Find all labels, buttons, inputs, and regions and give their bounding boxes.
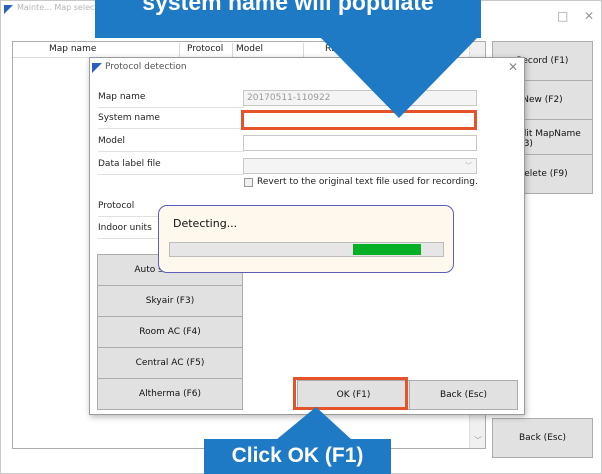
close-icon[interactable]: ✕: [584, 9, 594, 23]
ok-button-highlight: [293, 377, 408, 410]
revert-checkbox-label: Revert to the original text file used fo…: [257, 177, 478, 187]
grid-header: Map name Protocol Model REC sta... ...od: [13, 42, 485, 58]
col-protocol[interactable]: Protocol: [187, 44, 223, 54]
chevron-down-icon: ﹀: [465, 162, 472, 170]
detecting-text: Detecting...: [173, 217, 238, 230]
model-label: Model: [98, 136, 244, 152]
col-period[interactable]: ...od: [437, 44, 457, 54]
scroll-down-icon[interactable]: ﹀: [474, 435, 482, 446]
system-name-label: System name: [98, 113, 244, 129]
progress-bar: [169, 242, 444, 257]
central-ac-button[interactable]: Central AC (F5): [97, 347, 243, 379]
minimize-icon[interactable]: □: [557, 9, 568, 23]
progress-bar-fill: [352, 244, 422, 255]
data-label-file-label: Data label file: [98, 159, 244, 175]
col-rec-start[interactable]: REC sta...: [325, 44, 368, 54]
room-ac-button[interactable]: Room AC (F4): [97, 316, 243, 348]
dialog-close-icon[interactable]: ✕: [508, 60, 518, 74]
bottom-callout: Click OK (F1): [204, 439, 391, 474]
bottom-callout-text: Click OK (F1): [231, 444, 364, 467]
app-logo-icon: [4, 5, 13, 14]
model-field[interactable]: [243, 135, 477, 151]
map-name-label: Map name: [98, 92, 244, 108]
top-callout-text: system name will populate: [142, 0, 434, 15]
altherma-label: Altherma (F6): [138, 389, 202, 399]
col-model[interactable]: Model: [236, 44, 263, 54]
detecting-progress-popup: Detecting...: [158, 205, 454, 273]
top-callout: system name will populate: [95, 0, 481, 38]
dialog-logo-icon: [92, 63, 102, 73]
skyair-button[interactable]: Skyair (F3): [97, 285, 243, 317]
dialog-back-button[interactable]: Back (Esc): [409, 380, 518, 410]
indoor-units-label: Indoor units: [98, 223, 158, 239]
dialog-back-label: Back (Esc): [439, 390, 488, 400]
protocol-label: Protocol: [98, 201, 158, 217]
col-map-name[interactable]: Map name: [49, 44, 96, 54]
data-label-file-select[interactable]: ﹀: [243, 158, 477, 174]
main-back-label: Back (Esc): [518, 433, 567, 443]
central-ac-label: Central AC (F5): [135, 358, 205, 368]
room-ac-label: Room AC (F4): [139, 327, 201, 337]
skyair-label: Skyair (F3): [145, 296, 195, 306]
system-name-highlight: [241, 110, 477, 130]
main-back-button[interactable]: Back (Esc): [492, 418, 593, 458]
revert-checkbox[interactable]: [244, 178, 253, 187]
dialog-title: Protocol detection: [105, 62, 187, 72]
altherma-button[interactable]: Altherma (F6): [97, 378, 243, 410]
map-name-field[interactable]: 20170511-110922: [243, 90, 477, 106]
